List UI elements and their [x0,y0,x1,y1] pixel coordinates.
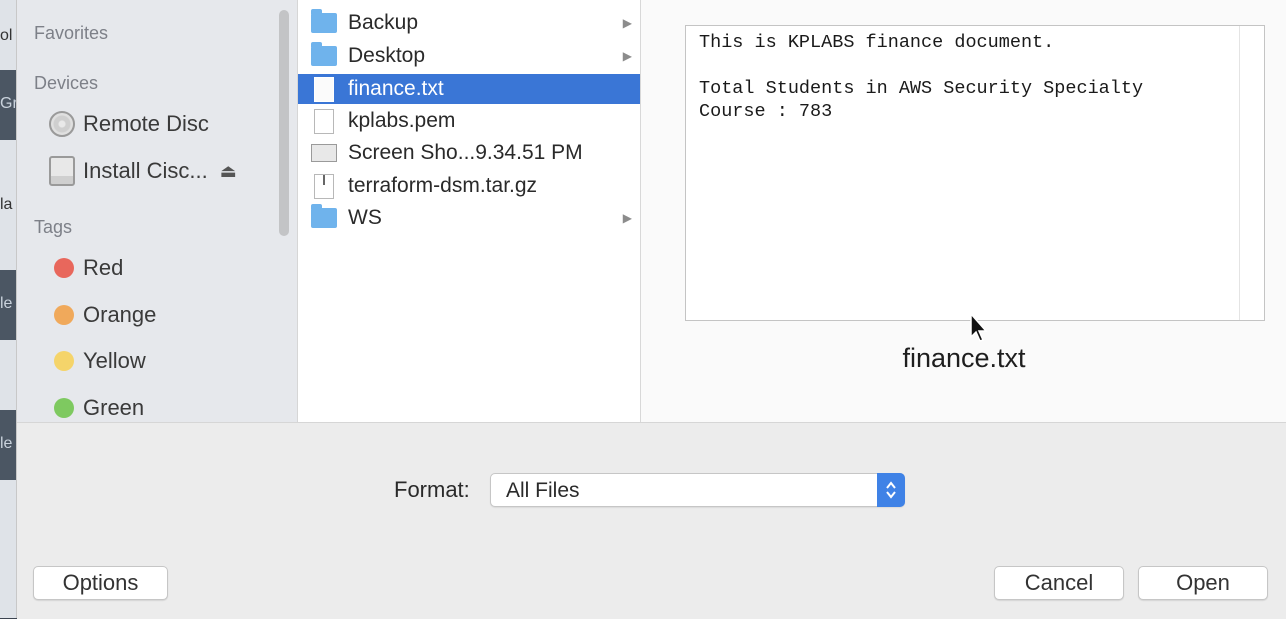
sidebar: Favorites Devices Remote Disc Install Ci… [17,0,298,422]
tag-dot-icon [54,398,74,418]
preview-filename: finance.txt [902,343,1026,373]
folder-icon [311,204,337,228]
sidebar-heading-devices: Devices [34,73,99,93]
file-name: WS [348,206,382,229]
open-file-dialog: Favorites Devices Remote Disc Install Ci… [16,0,1286,619]
format-select[interactable]: All Files [490,473,905,507]
tag-dot-icon [54,351,74,371]
dialog-footer: Format: All Files Options Cancel Open [17,422,1286,619]
mouse-cursor-icon [970,313,988,342]
sidebar-heading-favorites: Favorites [34,23,109,43]
screenshot-icon [311,144,337,162]
preview-scroll-track [1239,26,1240,320]
sidebar-item-tag-yellow[interactable]: Yellow [49,345,146,377]
sidebar-item-remote-disc[interactable]: Remote Disc [49,108,209,140]
format-label: Format: [394,477,470,502]
disclosure-arrow-icon: ▶ [622,16,632,30]
sidebar-item-install-cisco[interactable]: Install Cisc... ⏏ [49,155,237,187]
archive-icon [311,173,337,199]
disclosure-arrow-icon: ▶ [622,211,632,225]
folder-icon [311,42,337,66]
file-row-desktop[interactable]: Desktop ▶ [298,41,640,71]
file-row-kplabs-pem[interactable]: kplabs.pem [298,106,640,136]
eject-icon[interactable]: ⏏ [220,161,237,182]
sidebar-item-label: Red [83,255,124,280]
sidebar-item-label: Install Cisc... [83,158,208,183]
file-name: finance.txt [348,77,444,100]
select-stepper-icon[interactable] [877,473,905,507]
file-name: Desktop [348,44,426,67]
sidebar-item-label: Orange [83,302,157,327]
disclosure-arrow-icon: ▶ [622,49,632,63]
sidebar-scrollbar[interactable] [279,10,289,236]
drive-icon [49,156,83,186]
sidebar-item-tag-orange[interactable]: Orange [49,299,156,331]
format-select-value: All Files [506,479,580,502]
tag-dot-icon [54,258,74,278]
open-button[interactable]: Open [1138,566,1268,600]
sidebar-heading-tags: Tags [34,217,73,237]
file-row-terraform-archive[interactable]: terraform-dsm.tar.gz [298,171,640,201]
file-name: Backup [348,11,419,34]
disc-icon [49,111,83,137]
file-list-column: Backup ▶ Desktop ▶ finance.txt kplabs.pe… [298,0,656,422]
file-name: kplabs.pem [348,109,456,132]
preview-text-box: This is KPLABS finance document. Total S… [685,25,1265,321]
file-row-finance-txt[interactable]: finance.txt [298,74,640,104]
document-icon [311,76,337,102]
file-name: terraform-dsm.tar.gz [348,174,538,197]
file-row-ws[interactable]: WS ▶ [298,203,640,233]
options-button[interactable]: Options [33,566,168,600]
file-row-backup[interactable]: Backup ▶ [298,8,640,38]
preview-pane: This is KPLABS finance document. Total S… [641,0,1286,422]
sidebar-item-tag-red[interactable]: Red [49,252,123,284]
sidebar-item-label: Yellow [83,348,146,373]
folder-icon [311,9,337,33]
preview-content: This is KPLABS finance document. Total S… [699,32,1144,122]
sidebar-item-label: Green [83,395,145,420]
tag-dot-icon [54,305,74,325]
file-row-screenshot[interactable]: Screen Sho...9.34.51 PM [298,138,640,168]
document-icon [311,108,337,134]
sidebar-item-label: Remote Disc [83,111,209,136]
sidebar-item-tag-green[interactable]: Green [49,392,144,424]
file-name: Screen Sho...9.34.51 PM [348,141,583,164]
cancel-button[interactable]: Cancel [994,566,1124,600]
